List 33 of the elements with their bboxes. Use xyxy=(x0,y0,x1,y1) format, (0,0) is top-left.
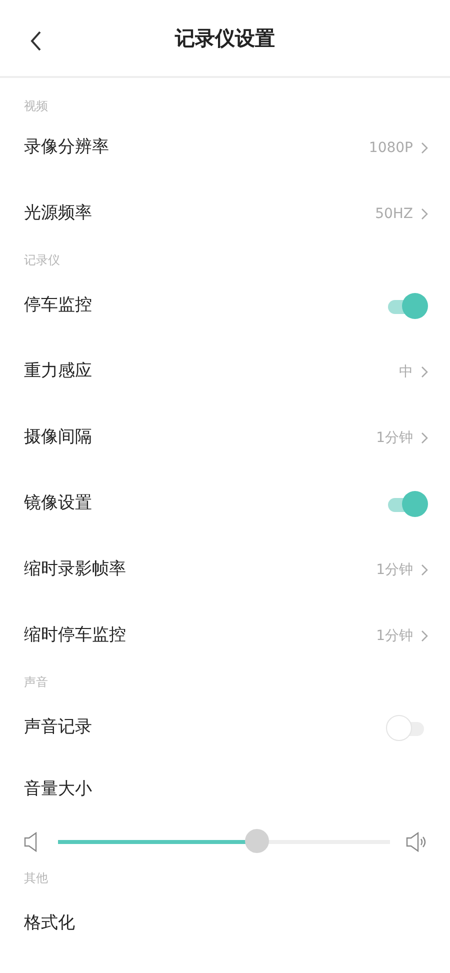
section-label: 声音 xyxy=(23,674,49,691)
chevron-icon xyxy=(421,142,428,154)
setting-label: 缩时录影帧率 xyxy=(24,558,126,582)
setting-label: 重力感应 xyxy=(24,360,92,384)
chevron-icon xyxy=(421,564,428,576)
setting-label: 录像分辨率 xyxy=(24,136,109,160)
setting-label: 音量大小 xyxy=(24,778,92,802)
section-label: 记录仪 xyxy=(23,252,61,269)
chevron-icon xyxy=(421,630,428,642)
setting-label: 格式化 xyxy=(24,912,75,936)
page-title: 记录仪设置 xyxy=(175,25,275,52)
toggle-switch[interactable] xyxy=(388,292,428,320)
setting-label: 声音记录 xyxy=(24,716,92,740)
setting-label: 镜像设置 xyxy=(24,492,92,516)
chevron-icon xyxy=(421,366,428,378)
setting-value[interactable]: 1080P xyxy=(368,138,428,158)
setting-value[interactable]: 中 xyxy=(399,362,428,382)
setting-value[interactable]: 1分钟 xyxy=(376,560,428,580)
setting-label: 光源频率 xyxy=(24,202,92,226)
chevron-icon xyxy=(421,208,428,220)
setting-value[interactable]: 50HZ xyxy=(375,204,428,224)
slider-thumb[interactable] xyxy=(245,829,270,853)
speaker-icon xyxy=(24,832,38,852)
toggle-switch[interactable] xyxy=(388,490,428,518)
speaker-icon xyxy=(406,832,428,852)
section-label: 视频 xyxy=(23,98,49,115)
setting-label: 停车监控 xyxy=(24,294,92,318)
setting-value[interactable]: 1分钟 xyxy=(376,626,428,646)
chevron-icon xyxy=(421,432,428,444)
setting-label: 缩时停车监控 xyxy=(24,624,126,648)
section-label: 其他 xyxy=(23,870,49,887)
setting-label: 摄像间隔 xyxy=(24,426,92,450)
setting-value[interactable]: 1分钟 xyxy=(376,428,428,448)
